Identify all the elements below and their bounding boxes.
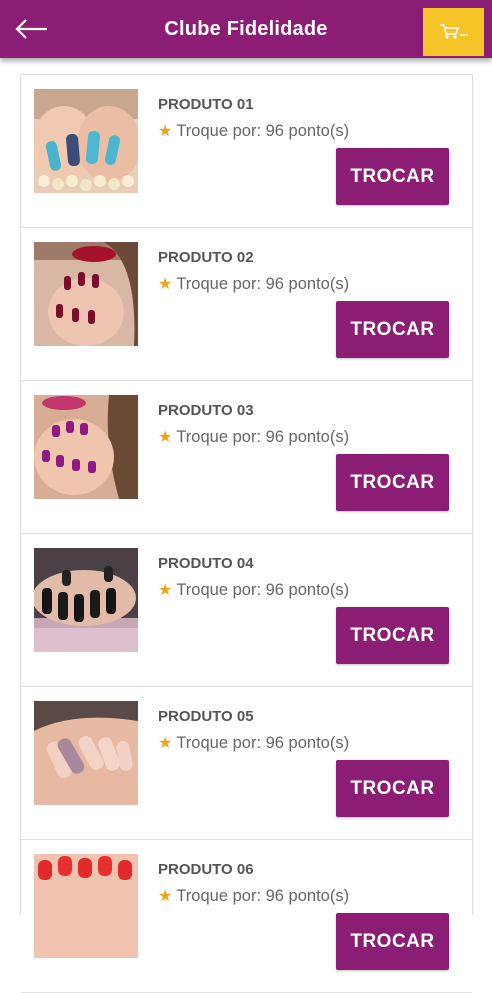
product-points: ★ Troque por: 96 ponto(s) <box>158 887 350 905</box>
product-name: PRODUTO 04 <box>158 555 254 572</box>
product-points: ★ Troque por: 96 ponto(s) <box>158 122 350 140</box>
product-image <box>34 89 138 193</box>
product-image <box>34 701 138 805</box>
cart-icon <box>440 24 468 39</box>
product-image <box>34 548 138 652</box>
trocar-button[interactable]: TROCAR <box>336 148 449 205</box>
trocar-button[interactable]: TROCAR <box>336 913 449 970</box>
product-points: ★ Troque por: 96 ponto(s) <box>158 581 350 599</box>
cart-button[interactable] <box>423 8 484 56</box>
list-item: PRODUTO 05 ★ Troque por: 96 ponto(s) TROC… <box>21 687 472 840</box>
product-points: ★ Troque por: 96 ponto(s) <box>158 275 350 293</box>
product-image <box>34 854 138 958</box>
product-name: PRODUTO 01 <box>158 96 254 113</box>
star-icon: ★ <box>158 888 173 905</box>
product-points: ★ Troque por: 96 ponto(s) <box>158 734 350 752</box>
list-item: PRODUTO 03 ★ Troque por: 96 ponto(s) TROC… <box>21 381 472 534</box>
star-icon: ★ <box>158 429 173 446</box>
product-name: PRODUTO 03 <box>158 402 254 419</box>
star-icon: ★ <box>158 276 173 293</box>
star-icon: ★ <box>158 735 173 752</box>
star-icon: ★ <box>158 123 173 140</box>
app-header: Clube Fidelidade <box>0 0 492 58</box>
product-image <box>34 242 138 346</box>
trocar-button[interactable]: TROCAR <box>336 607 449 664</box>
page-title: Clube Fidelidade <box>164 18 328 40</box>
list-item: PRODUTO 02 ★ Troque por: 96 ponto(s) TROC… <box>21 228 472 381</box>
product-list: PRODUTO 01 ★ Troque por: 96 ponto(s) TROC… <box>20 74 473 993</box>
product-points: ★ Troque por: 96 ponto(s) <box>158 428 350 446</box>
list-item: PRODUTO 04 ★ Troque por: 96 ponto(s) TROC… <box>21 534 472 687</box>
product-name: PRODUTO 06 <box>158 861 254 878</box>
product-name: PRODUTO 05 <box>158 708 254 725</box>
product-name: PRODUTO 02 <box>158 249 254 266</box>
star-icon: ★ <box>158 582 173 599</box>
list-item: PRODUTO 01 ★ Troque por: 96 ponto(s) TROC… <box>21 75 472 228</box>
list-item: PRODUTO 06 ★ Troque por: 96 ponto(s) TROC… <box>21 840 472 993</box>
trocar-button[interactable]: TROCAR <box>336 454 449 511</box>
trocar-button[interactable]: TROCAR <box>336 301 449 358</box>
product-image <box>34 395 138 499</box>
trocar-button[interactable]: TROCAR <box>336 760 449 817</box>
